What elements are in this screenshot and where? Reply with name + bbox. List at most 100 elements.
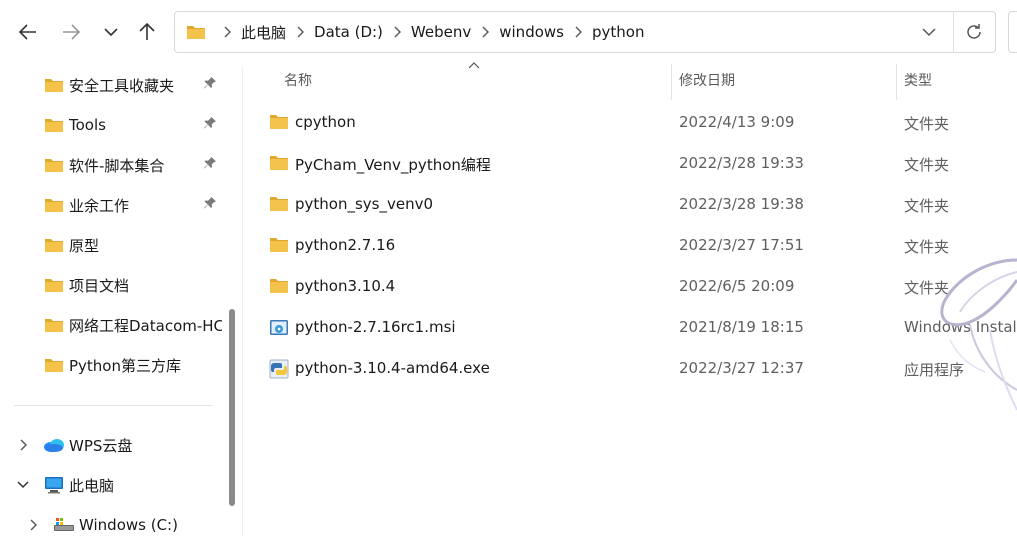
chevron-right-icon[interactable] — [286, 26, 314, 38]
pin-icon[interactable] — [203, 196, 217, 214]
breadcrumb-windows[interactable]: windows — [499, 23, 564, 41]
drive-icon — [53, 517, 75, 533]
folder-icon — [44, 317, 64, 333]
column-header-type[interactable]: 类型 — [904, 70, 932, 90]
wallpaper-decoration — [940, 258, 1017, 411]
sidebar-item-quick-access[interactable]: 原型 — [0, 227, 222, 263]
file-row[interactable]: cpython 2022/4/13 9:09 文件夹 — [256, 103, 1017, 143]
file-modified-date: 2022/3/28 19:38 — [679, 195, 804, 213]
sidebar-item-quick-access[interactable]: Python第三方库 — [0, 347, 222, 383]
chevron-down-icon[interactable] — [16, 481, 30, 489]
file-name: python2.7.16 — [295, 236, 396, 254]
file-name: python-2.7.16rc1.msi — [295, 318, 456, 336]
file-modified-date: 2022/3/27 17:51 — [679, 236, 804, 254]
sidebar-item-label: WPS云盘 — [69, 436, 133, 455]
sidebar-item-label: 软件-脚本集合 — [69, 156, 165, 175]
sidebar-item-quick-access[interactable]: 网络工程Datacom-HC — [0, 307, 222, 343]
file-type: 文件夹 — [904, 197, 950, 215]
chevron-right-icon[interactable] — [26, 519, 40, 531]
sidebar-item-label: 业余工作 — [69, 196, 130, 215]
file-row[interactable]: python-2.7.16rc1.msi 2021/8/19 18:15 Windo… — [256, 308, 1017, 348]
pin-icon[interactable] — [203, 116, 217, 134]
file-modified-date: 2022/3/28 19:33 — [679, 154, 804, 172]
sidebar-item-quick-access[interactable]: Tools — [0, 107, 222, 143]
sidebar-item-quick-access[interactable]: 安全工具收藏夹 — [0, 67, 222, 103]
arrow-right-icon — [63, 24, 80, 40]
file-row[interactable]: python-3.10.4-amd64.exe 2022/3/27 12:37 应用… — [256, 349, 1017, 389]
sidebar-scrollbar[interactable] — [229, 309, 235, 506]
file-name: python_sys_venv0 — [295, 195, 434, 213]
chevron-right-icon[interactable] — [471, 26, 499, 38]
back-button[interactable] — [14, 16, 42, 48]
breadcrumb-webenv[interactable]: Webenv — [411, 23, 471, 41]
folder-icon — [44, 277, 64, 293]
folder-icon — [269, 113, 289, 134]
recent-locations-button[interactable] — [97, 16, 125, 48]
refresh-icon[interactable] — [964, 22, 984, 42]
file-row[interactable]: python2.7.16 2022/3/27 17:51 文件夹 — [256, 226, 1017, 266]
up-button[interactable] — [133, 16, 161, 48]
arrow-up-icon — [139, 23, 155, 40]
computer-icon — [44, 476, 64, 494]
msi-installer-icon — [269, 318, 289, 342]
cloud-icon — [43, 437, 65, 453]
pin-icon[interactable] — [203, 76, 217, 94]
folder-icon — [44, 237, 64, 253]
address-divider — [953, 12, 954, 52]
folder-icon — [269, 277, 289, 298]
sidebar-item-quick-access[interactable]: 软件-脚本集合 — [0, 147, 222, 183]
breadcrumb: 此电脑 Data (D:) Webenv windows python — [213, 12, 644, 52]
chevron-right-icon[interactable] — [213, 26, 241, 38]
file-name: python3.10.4 — [295, 277, 396, 295]
python-exe-icon — [269, 359, 289, 383]
sidebar-item-label: 此电脑 — [69, 476, 115, 495]
breadcrumb-this-pc[interactable]: 此电脑 — [241, 22, 286, 43]
sort-ascending-icon — [468, 62, 480, 69]
sidebar-item-label: 原型 — [69, 236, 100, 255]
forward-button[interactable] — [57, 16, 85, 48]
chevron-right-icon[interactable] — [564, 26, 592, 38]
folder-icon — [187, 26, 205, 39]
column-divider[interactable] — [671, 64, 672, 100]
sidebar-item-quick-access[interactable]: 业余工作 — [0, 187, 222, 223]
file-type: 文件夹 — [904, 156, 950, 174]
folder-icon — [44, 157, 64, 173]
file-name: cpython — [295, 113, 356, 131]
folder-icon — [269, 154, 289, 175]
folder-icon — [44, 117, 64, 133]
sidebar-item-label: 网络工程Datacom-HC — [69, 316, 222, 335]
file-row[interactable]: python_sys_venv0 2022/3/28 19:38 文件夹 — [256, 185, 1017, 225]
file-name: PyCham_Venv_python编程 — [295, 156, 491, 174]
folder-icon — [269, 195, 289, 216]
chevron-right-icon[interactable] — [383, 26, 411, 38]
sidebar-item-label: Windows (C:) — [79, 516, 178, 534]
column-header-name[interactable]: 名称 — [284, 70, 312, 90]
column-divider[interactable] — [896, 64, 897, 100]
sidebar-item-quick-access[interactable]: 项目文档 — [0, 267, 222, 303]
folder-icon — [44, 77, 64, 93]
search-box[interactable] — [1008, 11, 1017, 53]
file-modified-date: 2021/8/19 18:15 — [679, 318, 804, 336]
arrow-left-icon — [19, 24, 36, 40]
chevron-right-icon[interactable] — [16, 439, 30, 451]
file-row[interactable]: PyCham_Venv_python编程 2022/3/28 19:33 文件夹 — [256, 144, 1017, 184]
file-type: 文件夹 — [904, 115, 950, 133]
file-modified-date: 2022/6/5 20:09 — [679, 277, 795, 295]
column-header-modified[interactable]: 修改日期 — [679, 70, 735, 90]
sidebar-item-label: Tools — [69, 116, 106, 134]
sidebar-divider — [14, 405, 213, 406]
sidebar-item-this-pc[interactable]: 此电脑 — [0, 467, 222, 503]
pane-divider[interactable] — [242, 66, 243, 536]
chevron-down-icon[interactable] — [921, 24, 937, 40]
breadcrumb-data-drive[interactable]: Data (D:) — [314, 23, 383, 41]
chevron-down-icon — [104, 28, 118, 37]
address-bar[interactable]: 此电脑 Data (D:) Webenv windows python — [174, 11, 996, 53]
sidebar-item-label: Python第三方库 — [69, 356, 181, 375]
folder-icon — [44, 357, 64, 373]
sidebar-item-wps-cloud[interactable]: WPS云盘 — [0, 427, 222, 463]
file-row[interactable]: python3.10.4 2022/6/5 20:09 文件夹 — [256, 267, 1017, 307]
breadcrumb-python[interactable]: python — [592, 23, 644, 41]
pin-icon[interactable] — [203, 156, 217, 174]
folder-icon — [269, 236, 289, 257]
sidebar-item-drive-c[interactable]: Windows (C:) — [0, 507, 222, 536]
